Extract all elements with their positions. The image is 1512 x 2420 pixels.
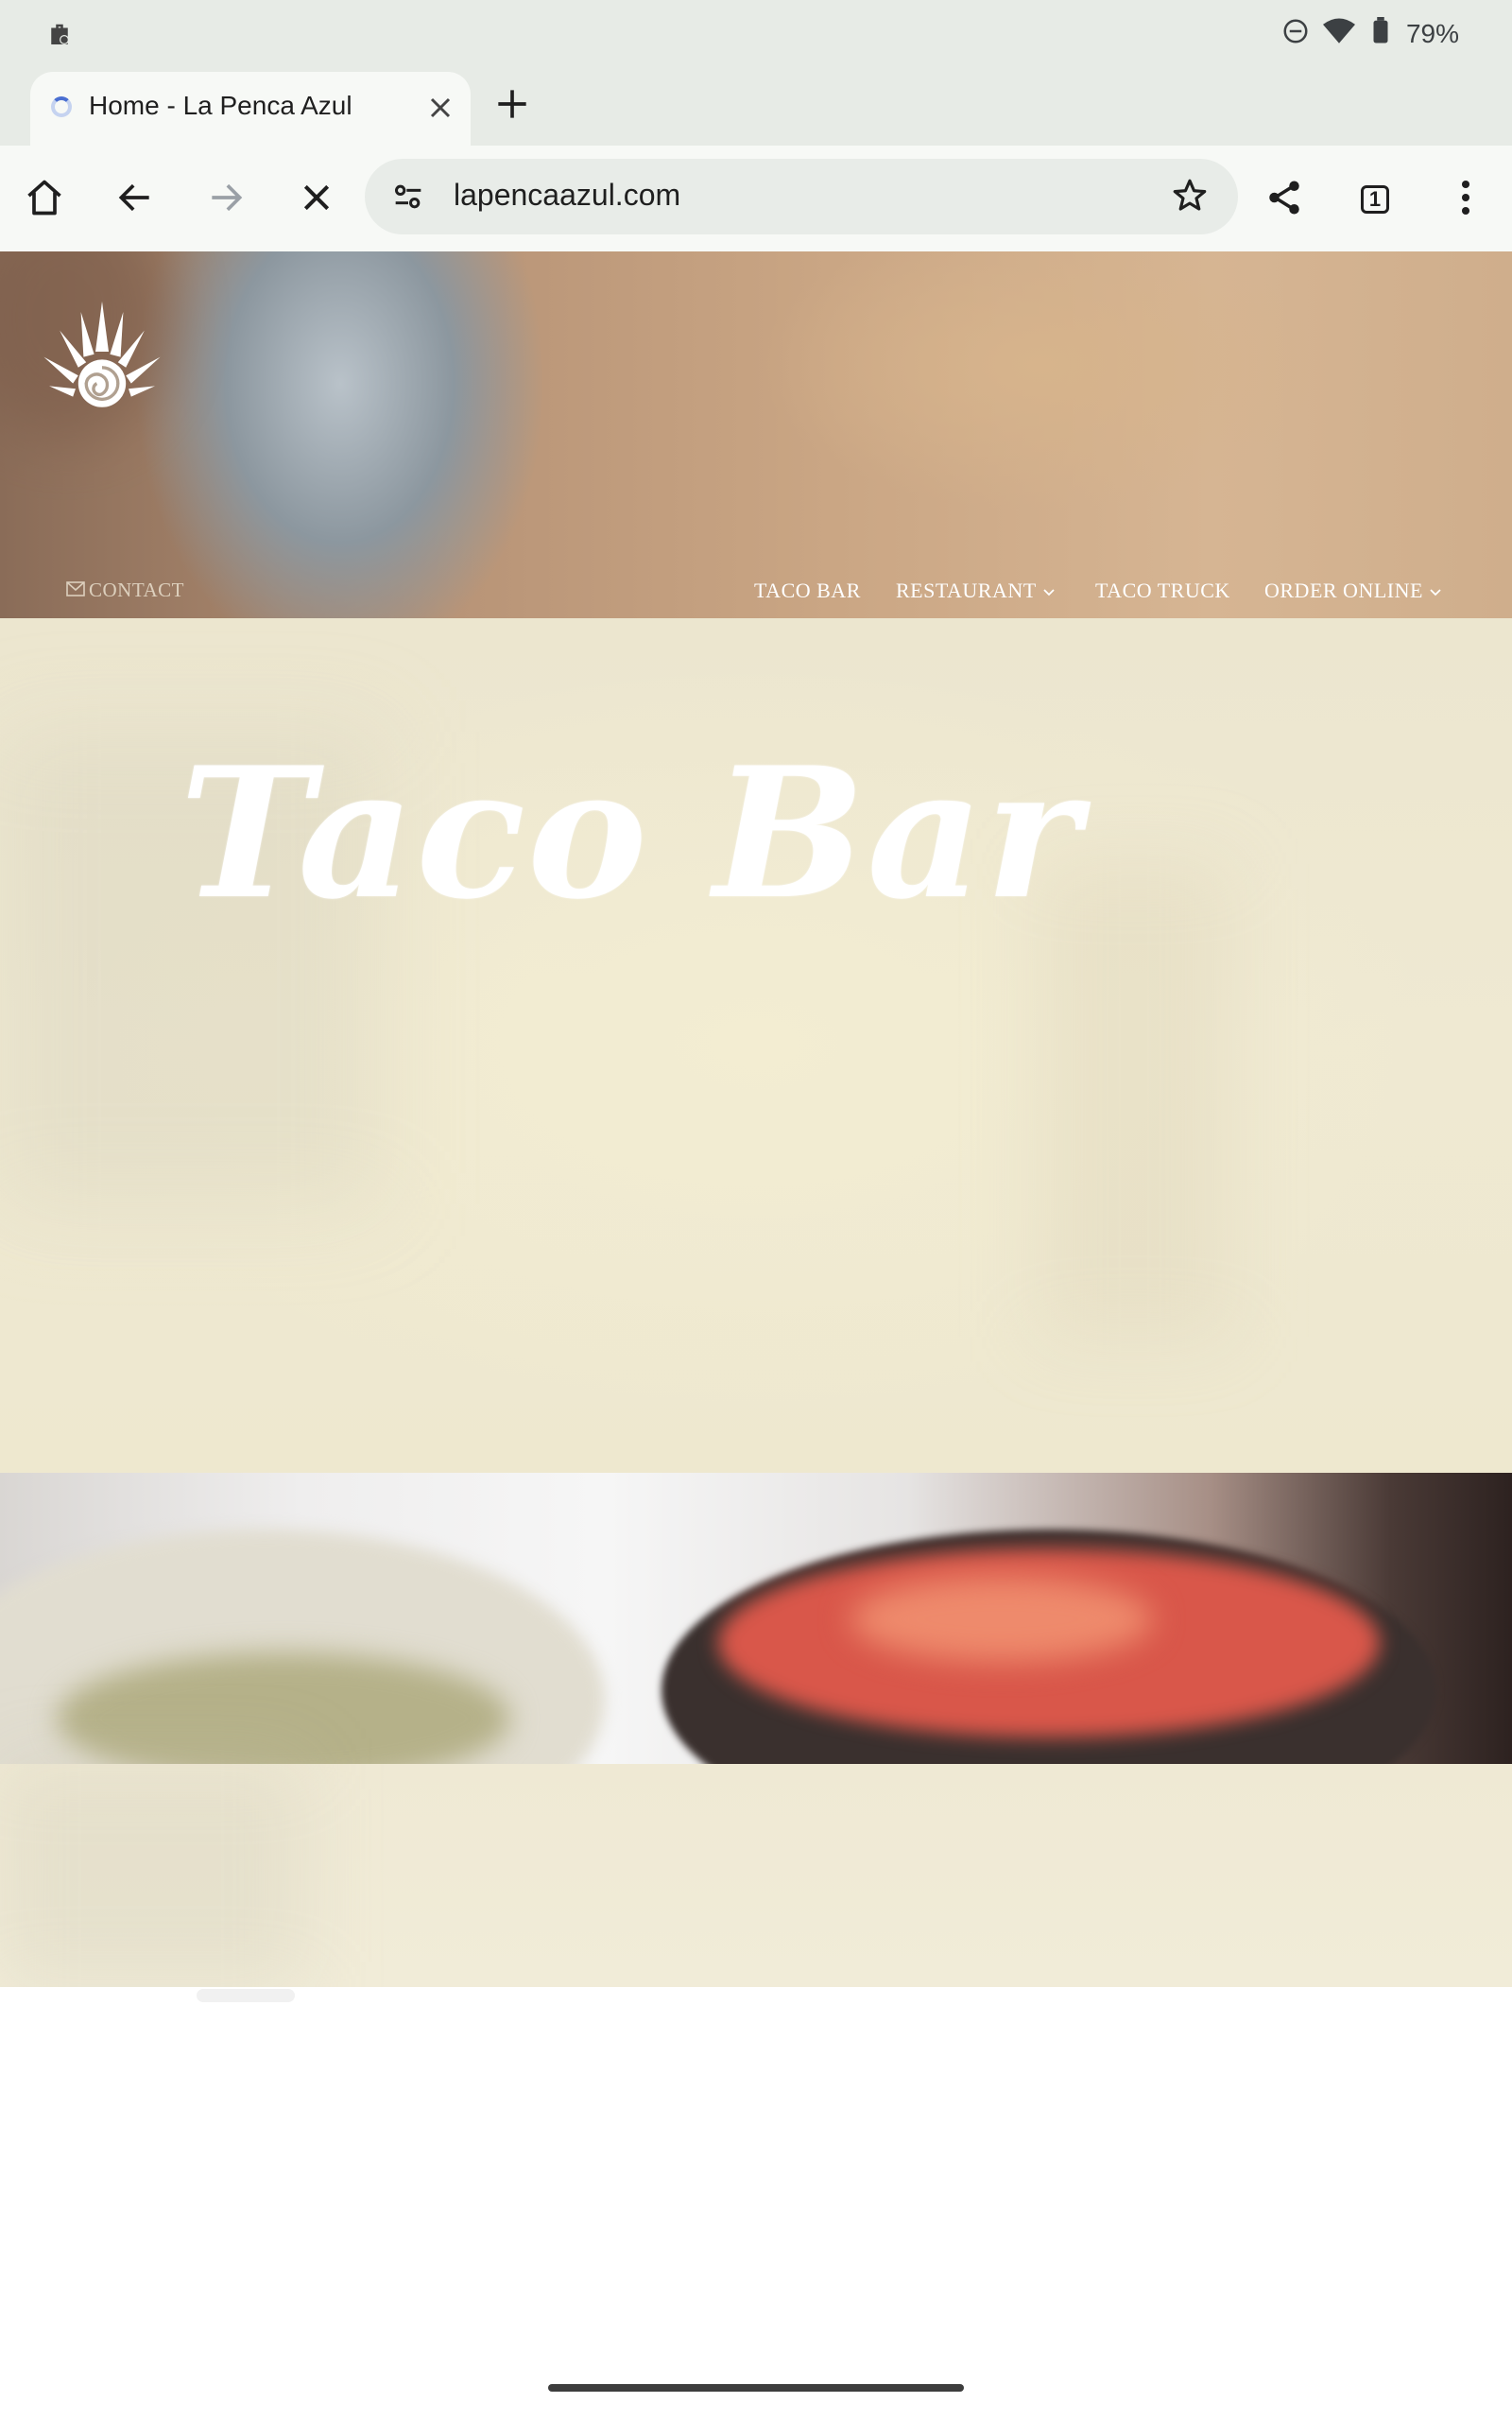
back-icon — [114, 177, 156, 223]
salsa-highlight-shape — [850, 1577, 1153, 1662]
tab-switcher-button[interactable]: 1 — [1349, 174, 1400, 225]
home-icon — [24, 177, 65, 223]
nav-contact-link[interactable]: CONTACT — [66, 579, 184, 602]
nav-item-label: ORDER ONLINE — [1264, 579, 1423, 602]
envelope-icon — [66, 579, 85, 602]
back-button[interactable] — [110, 174, 161, 225]
banner-heading: Taco Bar — [180, 728, 1082, 939]
battery-percentage: 79% — [1405, 19, 1459, 48]
stop-loading-button[interactable] — [291, 174, 342, 225]
new-tab-button[interactable] — [491, 83, 533, 125]
site-logo[interactable] — [36, 299, 168, 431]
status-bar: 79% — [0, 0, 1512, 68]
do-not-disturb-icon — [1281, 17, 1310, 52]
browser-toolbar: lapencaazul.com 1 — [0, 146, 1512, 252]
taco-bar-banner: Taco Bar — [0, 618, 1512, 1473]
forward-button[interactable] — [200, 174, 251, 225]
chevron-down-icon — [1429, 579, 1442, 603]
loading-placeholder — [197, 1989, 295, 2002]
home-button[interactable] — [19, 174, 70, 225]
nav-item-label: RESTAURANT — [896, 579, 1037, 602]
page-content-loading-area — [0, 1987, 1512, 2420]
nav-contact-label: CONTACT — [89, 579, 184, 601]
forward-icon — [205, 177, 247, 223]
bookmark-star-icon[interactable] — [1170, 176, 1210, 220]
nav-item-taco-truck[interactable]: TACO TRUCK — [1095, 579, 1230, 603]
status-icons: 79% — [1281, 13, 1459, 55]
nav-item-order-online[interactable]: ORDER ONLINE — [1264, 579, 1442, 603]
tab-switcher-icon: 1 — [1361, 185, 1389, 214]
texture-stain — [0, 1764, 302, 1987]
food-image-salsa — [0, 1473, 1512, 1764]
briefcase-icon — [45, 21, 74, 54]
site-settings-icon[interactable] — [389, 178, 427, 220]
tab-title: Home - La Penca Azul — [89, 91, 352, 120]
battery-icon — [1368, 16, 1393, 52]
share-button[interactable] — [1259, 174, 1310, 225]
stop-icon — [298, 179, 335, 221]
chevron-down-icon — [1042, 579, 1056, 603]
hero-image: CONTACT TACO BAR RESTAURANT TACO TRUCK O… — [0, 251, 1512, 618]
nav-item-restaurant[interactable]: RESTAURANT — [896, 579, 1056, 603]
more-menu-icon — [1459, 178, 1472, 222]
url-text[interactable]: lapencaazul.com — [454, 178, 680, 213]
wifi-icon — [1322, 17, 1355, 52]
nav-item-label: TACO TRUCK — [1095, 579, 1230, 602]
nav-item-taco-bar[interactable]: TACO BAR — [754, 579, 861, 603]
more-menu-button[interactable] — [1440, 174, 1491, 225]
lower-banner — [0, 1764, 1512, 1987]
loading-spinner-icon — [51, 96, 72, 117]
close-tab-icon[interactable] — [423, 91, 457, 125]
gesture-navigation-bar[interactable] — [548, 2384, 964, 2392]
nav-item-label: TACO BAR — [754, 579, 861, 602]
browser-tab[interactable]: Home - La Penca Azul — [30, 72, 471, 146]
tab-strip: Home - La Penca Azul — [0, 68, 1512, 146]
address-bar[interactable]: lapencaazul.com — [365, 159, 1238, 234]
share-icon — [1264, 178, 1304, 222]
